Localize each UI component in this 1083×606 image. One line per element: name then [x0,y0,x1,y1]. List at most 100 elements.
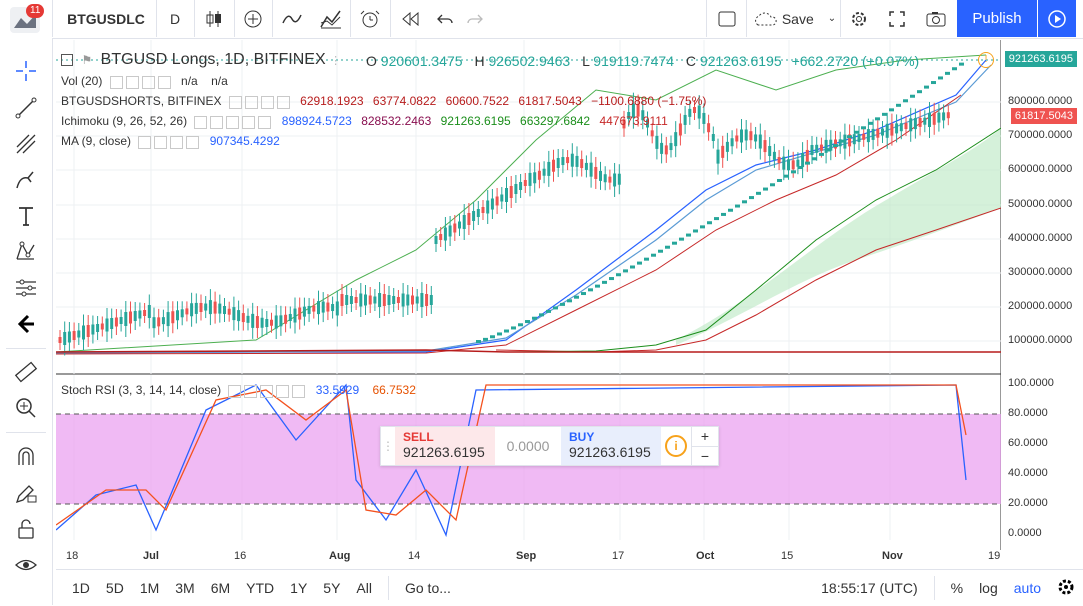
info-circle-icon[interactable]: ! [978,52,994,68]
candle [735,135,738,141]
candle [138,311,141,319]
redo-icon[interactable] [460,0,490,37]
position-step [497,332,502,335]
candle [482,207,485,213]
range-button-all[interactable]: All [348,580,380,596]
candle [580,159,583,168]
main-legend: ⚑ BTGUSD Longs, 1D, BITFINEX ⋮ [61,51,341,69]
indicators-icon[interactable] [274,0,310,37]
chevron-down-icon: ⌄ [828,13,836,24]
percent-scale-button[interactable]: % [943,580,971,596]
trend-line-icon[interactable] [8,93,44,123]
candle [124,312,127,326]
position-step [476,340,481,343]
ohlc-legend: O 920601.3475 H 926502.9463 L 919119.747… [366,53,919,69]
eye-icon[interactable] [8,550,44,580]
range-button-1y[interactable]: 1Y [282,580,315,596]
candle [383,294,386,306]
candle [209,300,212,314]
rsi-tick-label: 20.0000 [1008,497,1048,509]
candles-icon[interactable] [196,0,232,37]
range-button-5y[interactable]: 5Y [315,580,348,596]
collapse-icon[interactable] [61,54,73,66]
ichimoku-conversion: 898924.5723 [282,114,352,128]
back-arrow-icon[interactable] [8,309,44,339]
candle [853,134,856,144]
buy-button[interactable]: BUY 921263.6195 [561,427,661,465]
clock-display[interactable]: 18:55:17 (UTC) [813,580,925,596]
position-step [658,250,663,253]
range-button-3m[interactable]: 3M [167,580,202,596]
candle [232,307,235,320]
play-circle-icon[interactable] [1038,0,1076,37]
candle [608,177,611,183]
gear-icon[interactable] [842,0,876,37]
range-button-5d[interactable]: 5D [98,580,132,596]
brush-icon[interactable] [8,165,44,195]
prediction-icon[interactable] [8,273,44,303]
candle [834,140,837,149]
publish-button[interactable]: Publish [957,0,1037,37]
lock-icon[interactable] [8,514,44,544]
increase-button[interactable]: + [692,427,718,446]
auto-scale-button[interactable]: auto [1006,580,1049,596]
candle [914,118,917,129]
position-step [546,310,551,313]
candle [740,129,743,142]
ma-legend: MA (9, close) 907345.4292 [61,134,280,149]
zoom-in-icon[interactable] [8,393,44,423]
pattern-icon[interactable] [8,237,44,267]
decrease-button[interactable]: − [692,446,718,465]
drag-handle-icon[interactable]: ⋮ [381,427,395,465]
candle [406,295,409,306]
range-button-1d[interactable]: 1D [64,580,98,596]
high-value: 926502.9463 [488,53,570,69]
flag-icon[interactable]: ⚑ [81,53,92,67]
price-tick-label: 400000.0000 [1008,232,1072,244]
time-tick-label: 14 [408,550,420,562]
fullscreen-icon[interactable] [878,0,916,37]
candle [651,130,654,136]
menu-dots-icon[interactable]: ⋮ [330,55,341,67]
candle [265,319,268,327]
compare-add-icon[interactable] [236,0,270,37]
range-button-1m[interactable]: 1M [132,580,167,596]
info-icon[interactable]: i [661,427,691,465]
save-button[interactable]: Save ⌄ [748,0,840,37]
candle [702,113,705,124]
candle [731,138,734,146]
pitchfork-icon[interactable] [8,129,44,159]
main-series-title: BTGUSD Longs, 1D, BITFINEX [101,51,326,68]
undo-icon[interactable] [430,0,460,37]
range-button-ytd[interactable]: YTD [238,580,282,596]
camera-icon[interactable] [918,0,954,37]
position-step [616,273,621,276]
candle [862,134,865,140]
interval-button[interactable]: D [158,0,192,37]
range-button-6m[interactable]: 6M [203,580,238,596]
candle [204,304,207,311]
crosshair-icon[interactable] [8,56,44,86]
candle [566,157,569,163]
settings-gear-icon[interactable] [1049,578,1083,599]
replay-icon[interactable] [392,0,428,37]
magnet-icon[interactable] [8,442,44,472]
rsi-tick-label: 80.0000 [1008,407,1048,419]
layout-icon[interactable] [708,0,746,37]
pencil-lock-icon[interactable] [8,478,44,508]
text-icon[interactable] [8,201,44,231]
symbol-search-input[interactable]: BTGUSDLC [56,0,156,37]
goto-button[interactable]: Go to... [397,580,459,596]
sell-button[interactable]: SELL 921263.6195 [395,427,495,465]
candle [890,124,893,136]
log-scale-button[interactable]: log [971,580,1006,596]
candle [148,305,151,318]
candle [660,143,663,154]
position-step [777,179,782,182]
templates-icon[interactable] [312,0,350,37]
alert-clock-icon[interactable] [352,0,388,37]
ruler-icon[interactable] [8,357,44,387]
position-step [931,81,936,84]
logo-button[interactable]: 11 [0,0,52,37]
candle [397,297,400,303]
